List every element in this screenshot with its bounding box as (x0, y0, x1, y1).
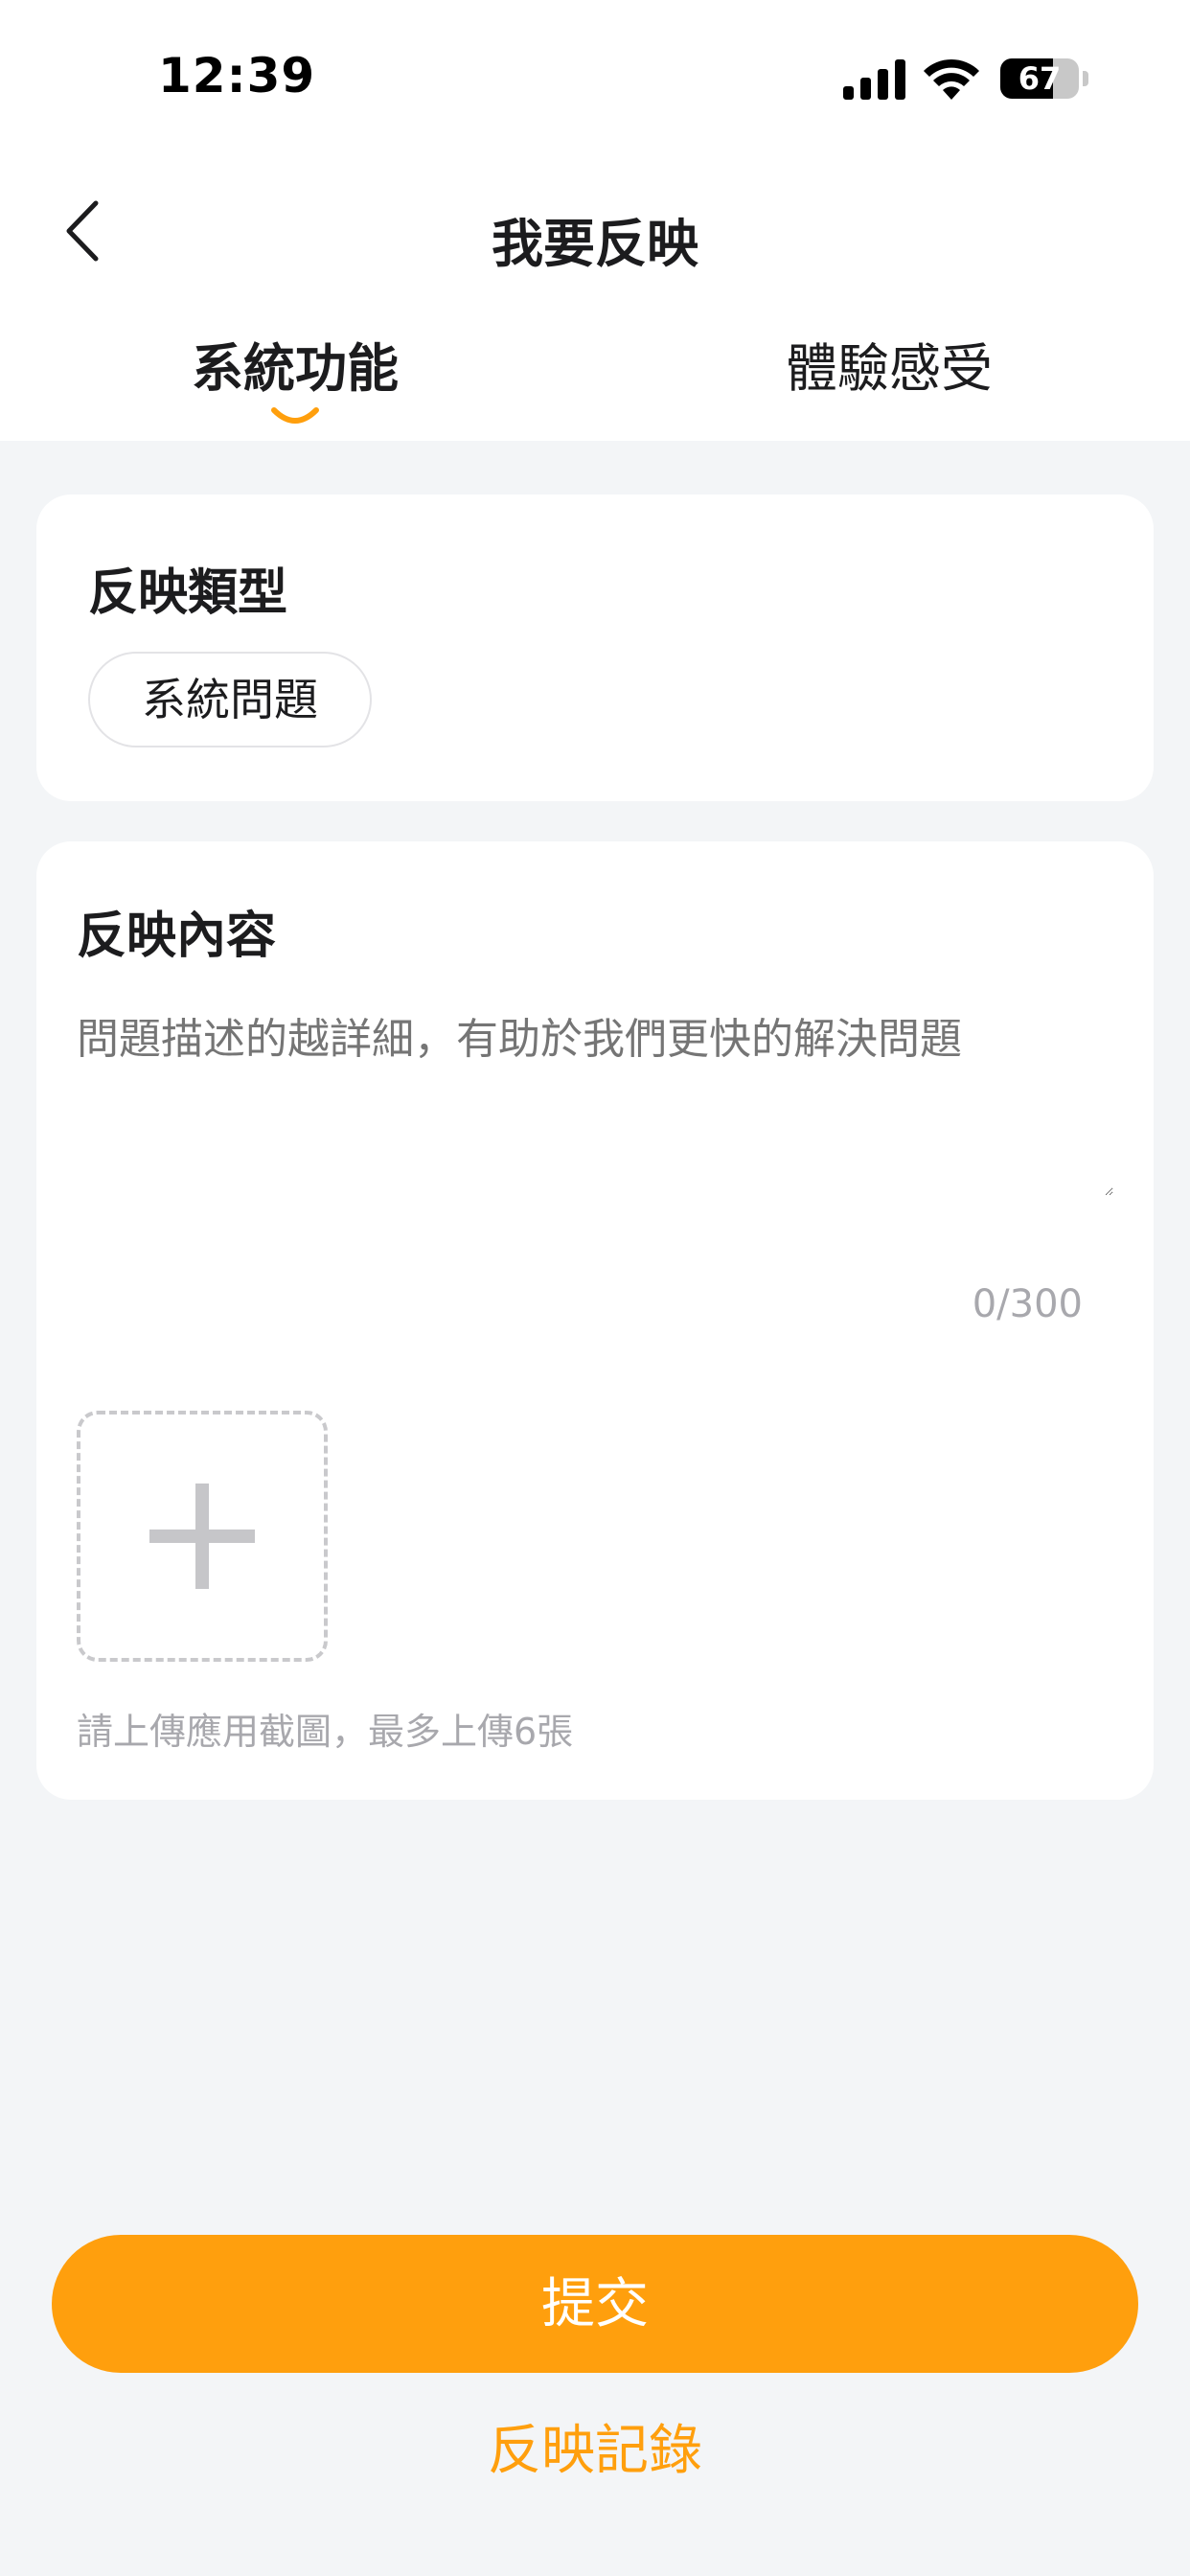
feedback-page: 12:39 67 我要反映 系統功能 體驗感受 反映類型 系統問題 反映內容 問… (0, 0, 1190, 2576)
upload-image-button[interactable] (77, 1411, 328, 1662)
feedback-type-card: 反映類型 系統問題 (36, 494, 1154, 801)
battery-cap (1083, 71, 1088, 86)
plus-icon (149, 1484, 255, 1589)
status-time: 12:39 (158, 48, 316, 104)
character-counter: 0/300 (972, 1282, 1083, 1326)
cellular-signal-icon (843, 59, 905, 100)
upload-hint: 請上傳應用截圖，最多上傳6張 (77, 1711, 574, 1753)
feedback-content-title: 反映內容 (77, 908, 277, 965)
feedback-content-input[interactable] (77, 1004, 1113, 1196)
feedback-type-title: 反映類型 (88, 564, 288, 622)
feedback-content-card: 反映內容 0/300 請上傳應用截圖，最多上傳6張 (36, 841, 1154, 1800)
battery-icon: 67 (1000, 58, 1079, 99)
tab-bar: 系統功能 體驗感受 (0, 326, 1190, 441)
page-title: 我要反映 (492, 214, 698, 274)
status-bar: 12:39 67 (0, 0, 1190, 153)
wifi-icon (924, 58, 979, 100)
submit-button[interactable]: 提交 (52, 2235, 1138, 2373)
tab-experience[interactable]: 體驗感受 (688, 326, 1090, 422)
navigation-bar: 我要反映 (0, 172, 1190, 288)
feedback-records-link[interactable]: 反映記錄 (0, 2407, 1190, 2485)
feedback-type-chip[interactable]: 系統問題 (88, 652, 372, 748)
header-area: 12:39 67 我要反映 系統功能 體驗感受 (0, 0, 1190, 441)
battery-level-text: 67 (1018, 60, 1062, 97)
tab-active-indicator (271, 407, 319, 424)
